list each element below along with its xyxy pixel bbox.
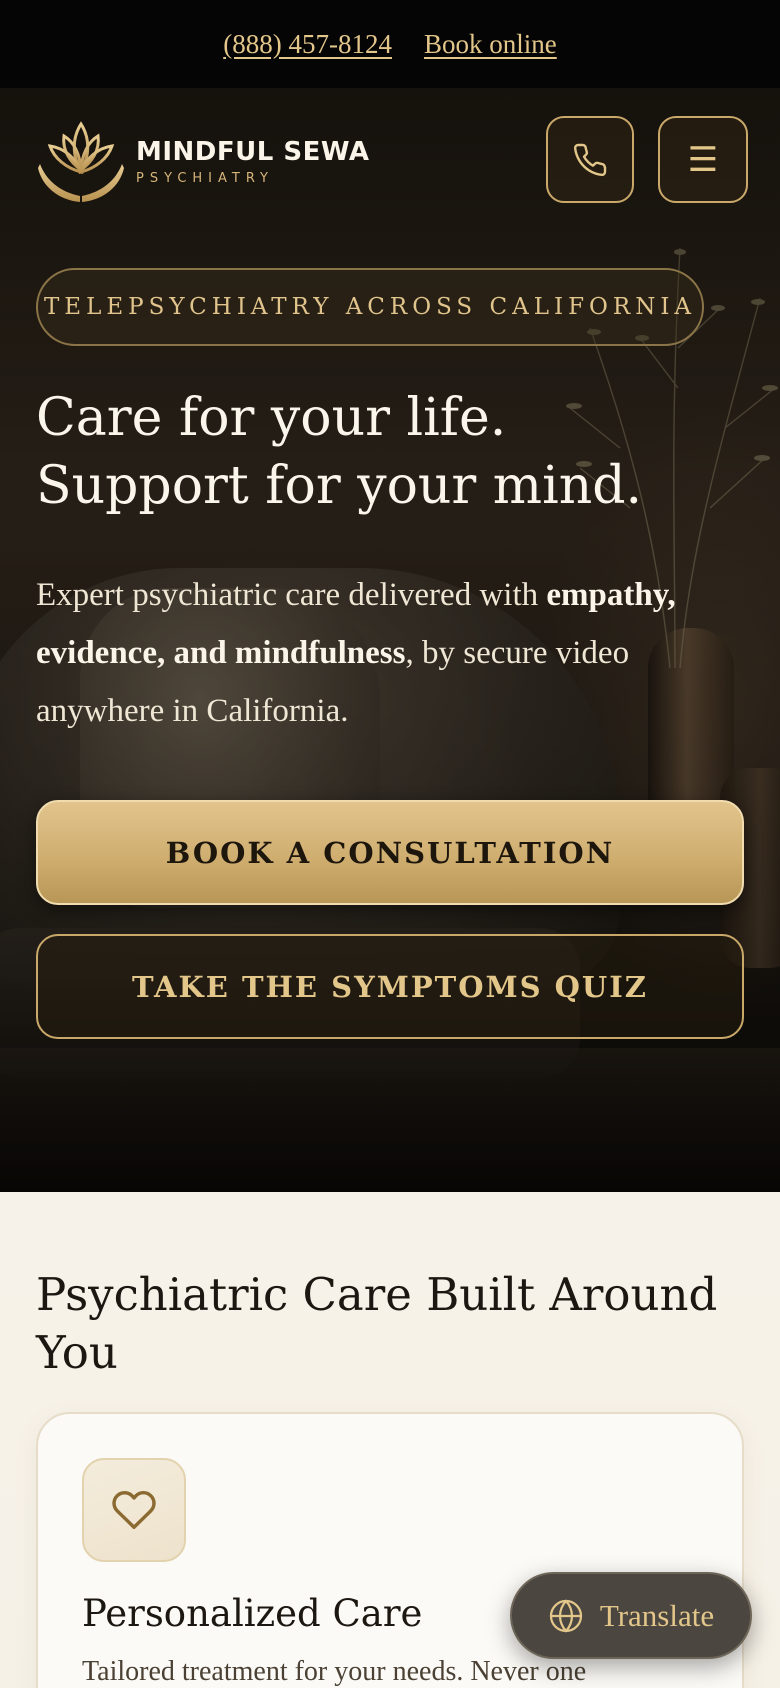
heart-icon (112, 1491, 156, 1529)
translate-button[interactable]: Translate (510, 1572, 752, 1659)
headline-line-1: Care for your life. (36, 388, 507, 448)
card-title: Personalized Care (82, 1592, 423, 1635)
brand-text: MINDFUL SEWA PSYCHIATRY (136, 137, 370, 186)
phone-icon (573, 143, 607, 176)
globe-icon (549, 1598, 582, 1633)
service-area-badge: TELEPSYCHIATRY ACROSS CALIFORNIA (36, 268, 704, 346)
brand-logo[interactable]: MINDFUL SEWA PSYCHIATRY (36, 118, 370, 204)
hero-headline: Care for your life. Support for your min… (36, 384, 756, 520)
lead-part-1: Expert psychiatric care delivered with (36, 577, 547, 613)
headline-line-2: Support for your mind. (36, 456, 643, 516)
symptoms-quiz-button[interactable]: TAKE THE SYMPTOMS QUIZ (36, 934, 744, 1039)
menu-button[interactable]: ☰ (658, 116, 748, 203)
care-section-title: Psychiatric Care Built Around You (36, 1268, 718, 1379)
card-icon-box (82, 1458, 186, 1562)
menu-icon: ☰ (687, 139, 719, 180)
top-bar: (888) 457-8124 Book online (0, 0, 780, 88)
book-online-link[interactable]: Book online (424, 29, 557, 60)
phone-link[interactable]: (888) 457-8124 (223, 29, 392, 60)
brand-name: MINDFUL SEWA (136, 136, 370, 167)
book-consultation-button[interactable]: BOOK A CONSULTATION (36, 800, 744, 905)
card-body: Tailored treatment for your needs. Never… (82, 1656, 587, 1687)
call-button[interactable] (546, 116, 634, 203)
lotus-hands-logo-icon (38, 121, 124, 202)
translate-label: Translate (599, 1597, 715, 1633)
brand-subtitle: PSYCHIATRY (136, 170, 274, 186)
hero-lead-text: Expert psychiatric care delivered with e… (36, 566, 736, 740)
